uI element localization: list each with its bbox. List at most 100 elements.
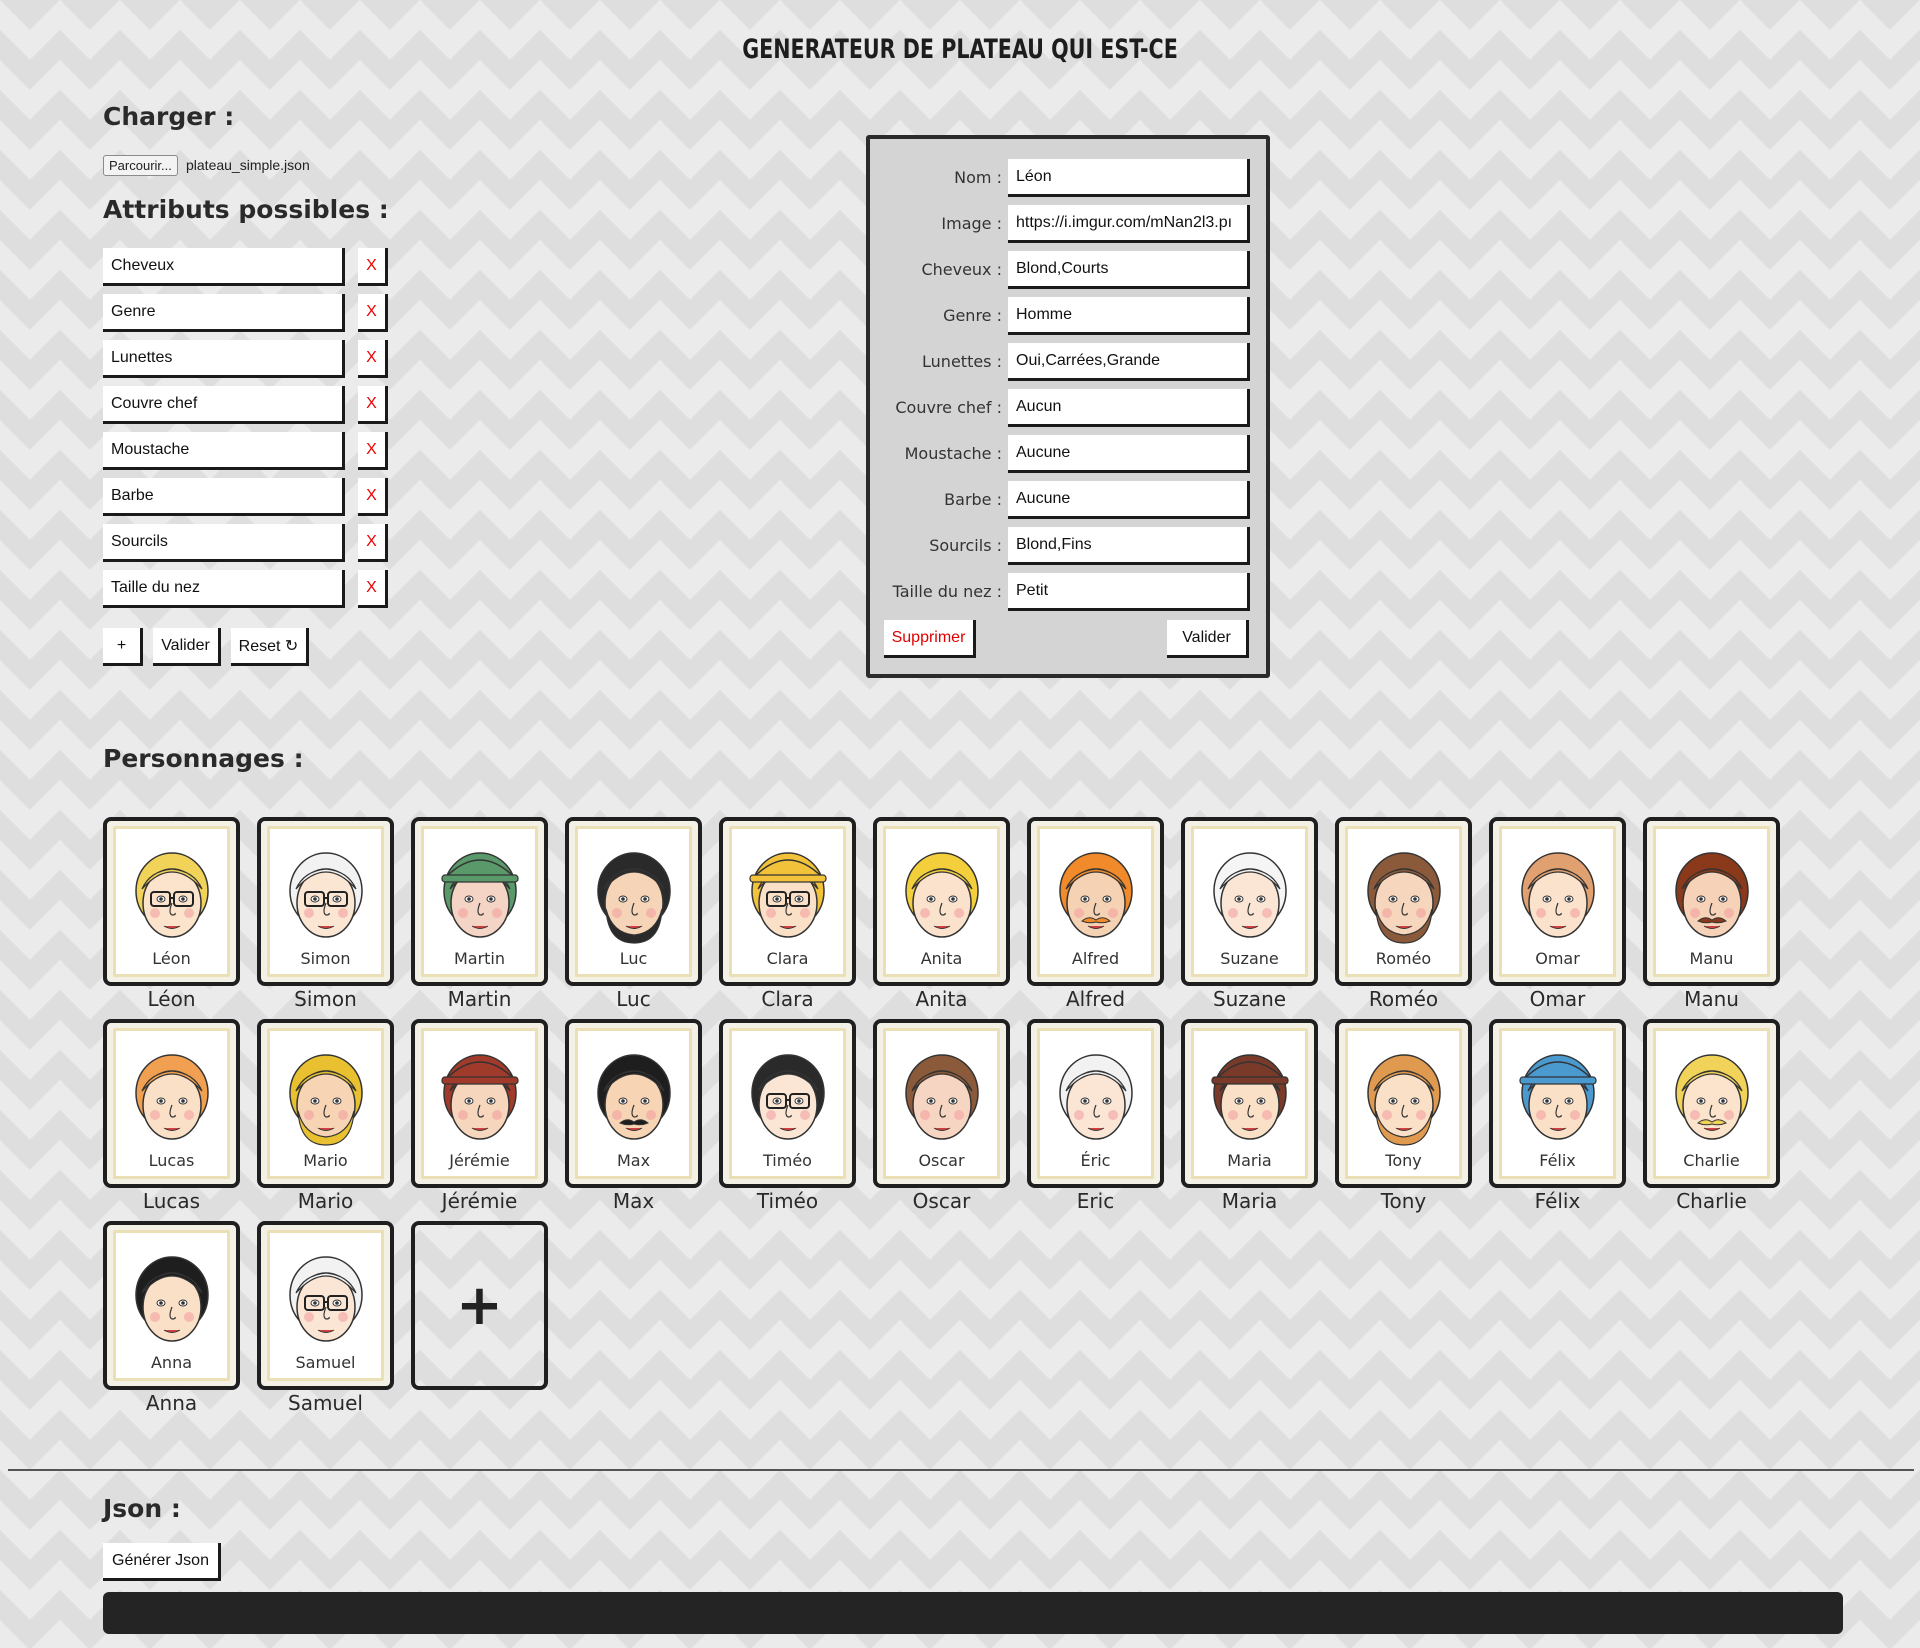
editor-field-input[interactable]: Oui,Carrées,Grande bbox=[1008, 343, 1250, 381]
character-portrait: Maria bbox=[1191, 1028, 1308, 1179]
editor-field-label: Cheveux : bbox=[921, 260, 1002, 279]
character-portrait: Max bbox=[575, 1028, 692, 1179]
character-portrait: Manu bbox=[1653, 826, 1770, 977]
editor-field-input[interactable]: Aucune bbox=[1008, 481, 1250, 519]
character-card[interactable]: Anna bbox=[103, 1221, 240, 1390]
character-card[interactable]: Omar bbox=[1489, 817, 1626, 986]
character-name: Roméo bbox=[1368, 987, 1439, 1011]
attribute-input[interactable]: Genre bbox=[103, 294, 345, 332]
character-portrait-caption: Omar bbox=[1535, 949, 1580, 968]
editor-field-input[interactable]: Blond,Fins bbox=[1008, 527, 1250, 565]
character-face bbox=[278, 1251, 374, 1359]
editor-field-label: Barbe : bbox=[944, 490, 1002, 509]
character-name: Anita bbox=[915, 987, 968, 1011]
character-card[interactable]: Max bbox=[565, 1019, 702, 1188]
browse-button[interactable]: Parcourir... bbox=[103, 155, 178, 176]
face-icon bbox=[596, 852, 671, 944]
face-icon bbox=[904, 852, 979, 938]
character-portrait-caption: Clara bbox=[766, 949, 809, 968]
editor-field-input[interactable]: Aucune bbox=[1008, 435, 1250, 473]
add-attribute-button[interactable]: + bbox=[103, 628, 143, 666]
remove-attribute-button[interactable]: X bbox=[358, 386, 388, 424]
validate-character-button[interactable]: Valider bbox=[1167, 620, 1249, 658]
attribute-input[interactable]: Couvre chef bbox=[103, 386, 345, 424]
character-card[interactable]: Éric bbox=[1027, 1019, 1164, 1188]
character-name: Alfred bbox=[1065, 987, 1126, 1011]
character-portrait-caption: Mario bbox=[303, 1151, 348, 1170]
attribute-input[interactable]: Barbe bbox=[103, 478, 345, 516]
face-icon bbox=[1520, 852, 1595, 938]
remove-attribute-button[interactable]: X bbox=[358, 294, 388, 332]
character-card[interactable]: Alfred bbox=[1027, 817, 1164, 986]
character-card[interactable]: Oscar bbox=[873, 1019, 1010, 1188]
json-output bbox=[103, 1592, 1843, 1634]
character-card[interactable]: Mario bbox=[257, 1019, 394, 1188]
attribute-input[interactable]: Moustache bbox=[103, 432, 345, 470]
character-name: Timéo bbox=[756, 1189, 819, 1213]
character-portrait: Félix bbox=[1499, 1028, 1616, 1179]
face-icon bbox=[1366, 1054, 1441, 1146]
character-name: Omar bbox=[1529, 987, 1586, 1011]
characters-heading: Personnages : bbox=[103, 744, 304, 773]
editor-field-input[interactable]: Léon bbox=[1008, 159, 1250, 197]
attribute-input[interactable]: Taille du nez bbox=[103, 570, 345, 608]
character-card[interactable]: Martin bbox=[411, 817, 548, 986]
character-portrait: Anna bbox=[113, 1230, 230, 1381]
editor-field-input[interactable]: https://i.imgur.com/mNan2l3.pı bbox=[1008, 205, 1250, 243]
character-face bbox=[278, 847, 374, 955]
remove-attribute-button[interactable]: X bbox=[358, 432, 388, 470]
character-card[interactable]: Jérémie bbox=[411, 1019, 548, 1188]
character-face bbox=[1664, 847, 1760, 955]
attribute-input[interactable]: Cheveux bbox=[103, 248, 345, 286]
character-portrait: Suzane bbox=[1191, 826, 1308, 977]
editor-field-input[interactable]: Petit bbox=[1008, 573, 1250, 611]
character-card[interactable]: Charlie bbox=[1643, 1019, 1780, 1188]
character-card[interactable]: Manu bbox=[1643, 817, 1780, 986]
editor-field-input[interactable]: Aucun bbox=[1008, 389, 1250, 427]
character-card[interactable]: Félix bbox=[1489, 1019, 1626, 1188]
separator bbox=[8, 1469, 1914, 1471]
remove-attribute-button[interactable]: X bbox=[358, 524, 388, 562]
character-card[interactable]: Tony bbox=[1335, 1019, 1472, 1188]
editor-field-input[interactable]: Homme bbox=[1008, 297, 1250, 335]
attribute-input[interactable]: Lunettes bbox=[103, 340, 345, 378]
face-icon bbox=[1212, 852, 1287, 938]
character-face bbox=[432, 1049, 528, 1157]
remove-attribute-button[interactable]: X bbox=[358, 340, 388, 378]
validate-attributes-button[interactable]: Valider bbox=[153, 628, 221, 666]
remove-attribute-button[interactable]: X bbox=[358, 570, 388, 608]
add-character-button[interactable]: + bbox=[411, 1221, 548, 1390]
character-card[interactable]: Luc bbox=[565, 817, 702, 986]
character-card[interactable]: Léon bbox=[103, 817, 240, 986]
character-name: Manu bbox=[1684, 987, 1739, 1011]
editor-field-input[interactable]: Blond,Courts bbox=[1008, 251, 1250, 289]
remove-attribute-button[interactable]: X bbox=[358, 248, 388, 286]
character-card[interactable]: Suzane bbox=[1181, 817, 1318, 986]
face-icon bbox=[1366, 852, 1441, 944]
character-card[interactable]: Timéo bbox=[719, 1019, 856, 1188]
character-portrait-caption: Samuel bbox=[295, 1353, 356, 1372]
character-name: Maria bbox=[1221, 1189, 1278, 1213]
editor-field-label: Image : bbox=[941, 214, 1002, 233]
reset-attributes-button[interactable]: Reset ↻ bbox=[231, 628, 309, 666]
remove-attribute-button[interactable]: X bbox=[358, 478, 388, 516]
character-card[interactable]: Simon bbox=[257, 817, 394, 986]
character-card[interactable]: Samuel bbox=[257, 1221, 394, 1390]
face-icon bbox=[1210, 1054, 1289, 1140]
character-card[interactable]: Lucas bbox=[103, 1019, 240, 1188]
character-card[interactable]: Anita bbox=[873, 817, 1010, 986]
attribute-input[interactable]: Sourcils bbox=[103, 524, 345, 562]
character-card[interactable]: Maria bbox=[1181, 1019, 1318, 1188]
character-portrait: Luc bbox=[575, 826, 692, 977]
character-name: Simon bbox=[294, 987, 357, 1011]
face-icon bbox=[750, 1054, 825, 1140]
character-portrait-caption: Charlie bbox=[1683, 1151, 1740, 1170]
delete-character-button[interactable]: Supprimer bbox=[884, 620, 976, 658]
character-portrait-caption: Alfred bbox=[1071, 949, 1120, 968]
character-portrait-caption: Martin bbox=[453, 949, 506, 968]
character-card[interactable]: Clara bbox=[719, 817, 856, 986]
character-name: Suzane bbox=[1212, 987, 1287, 1011]
generate-json-button[interactable]: Générer Json bbox=[103, 1543, 221, 1581]
character-card[interactable]: Roméo bbox=[1335, 817, 1472, 986]
face-icon bbox=[134, 1256, 209, 1342]
